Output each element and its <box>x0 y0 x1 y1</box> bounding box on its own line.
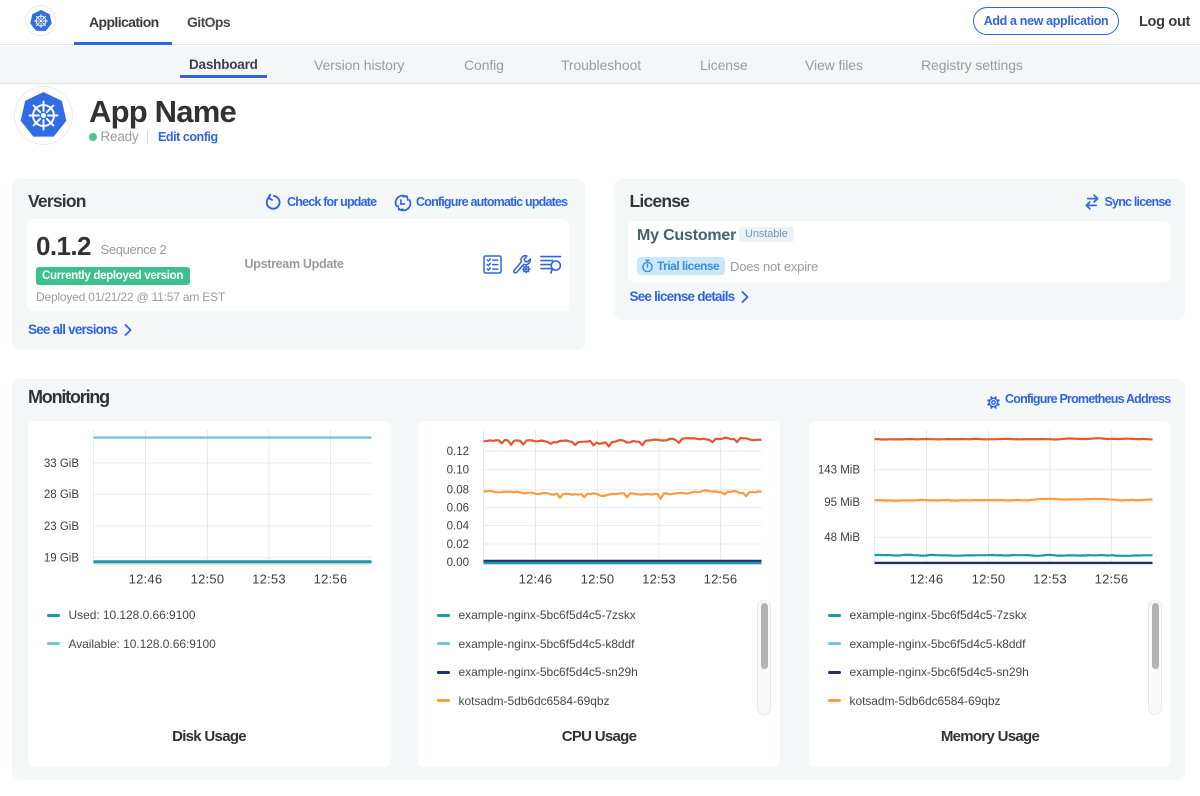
svg-text:12:46: 12:46 <box>910 572 944 587</box>
svg-text:12:56: 12:56 <box>704 572 738 587</box>
svg-text:12:46: 12:46 <box>129 572 163 587</box>
svg-text:12:53: 12:53 <box>642 572 676 587</box>
svg-text:12:50: 12:50 <box>191 572 225 587</box>
svg-text:143 MiB: 143 MiB <box>818 465 861 477</box>
svg-text:12:46: 12:46 <box>519 572 553 587</box>
svg-text:12:50: 12:50 <box>972 572 1006 587</box>
svg-text:12:56: 12:56 <box>1095 572 1129 587</box>
svg-text:0.02: 0.02 <box>447 539 469 551</box>
svg-text:28 GiB: 28 GiB <box>44 489 79 501</box>
svg-text:0.10: 0.10 <box>447 465 469 477</box>
svg-text:48 MiB: 48 MiB <box>824 532 860 544</box>
svg-text:0.12: 0.12 <box>447 446 469 458</box>
svg-text:19 GiB: 19 GiB <box>44 552 79 564</box>
svg-text:0.04: 0.04 <box>447 520 470 532</box>
svg-text:0.08: 0.08 <box>447 485 469 497</box>
svg-text:95 MiB: 95 MiB <box>824 497 860 509</box>
svg-text:0.06: 0.06 <box>447 503 469 515</box>
svg-text:12:50: 12:50 <box>581 572 615 587</box>
svg-text:33 GiB: 33 GiB <box>44 458 79 470</box>
svg-text:12:56: 12:56 <box>314 572 348 587</box>
svg-text:23 GiB: 23 GiB <box>44 521 79 533</box>
svg-text:12:53: 12:53 <box>252 572 286 587</box>
svg-text:12:53: 12:53 <box>1033 572 1067 587</box>
svg-text:0.00: 0.00 <box>447 557 469 569</box>
